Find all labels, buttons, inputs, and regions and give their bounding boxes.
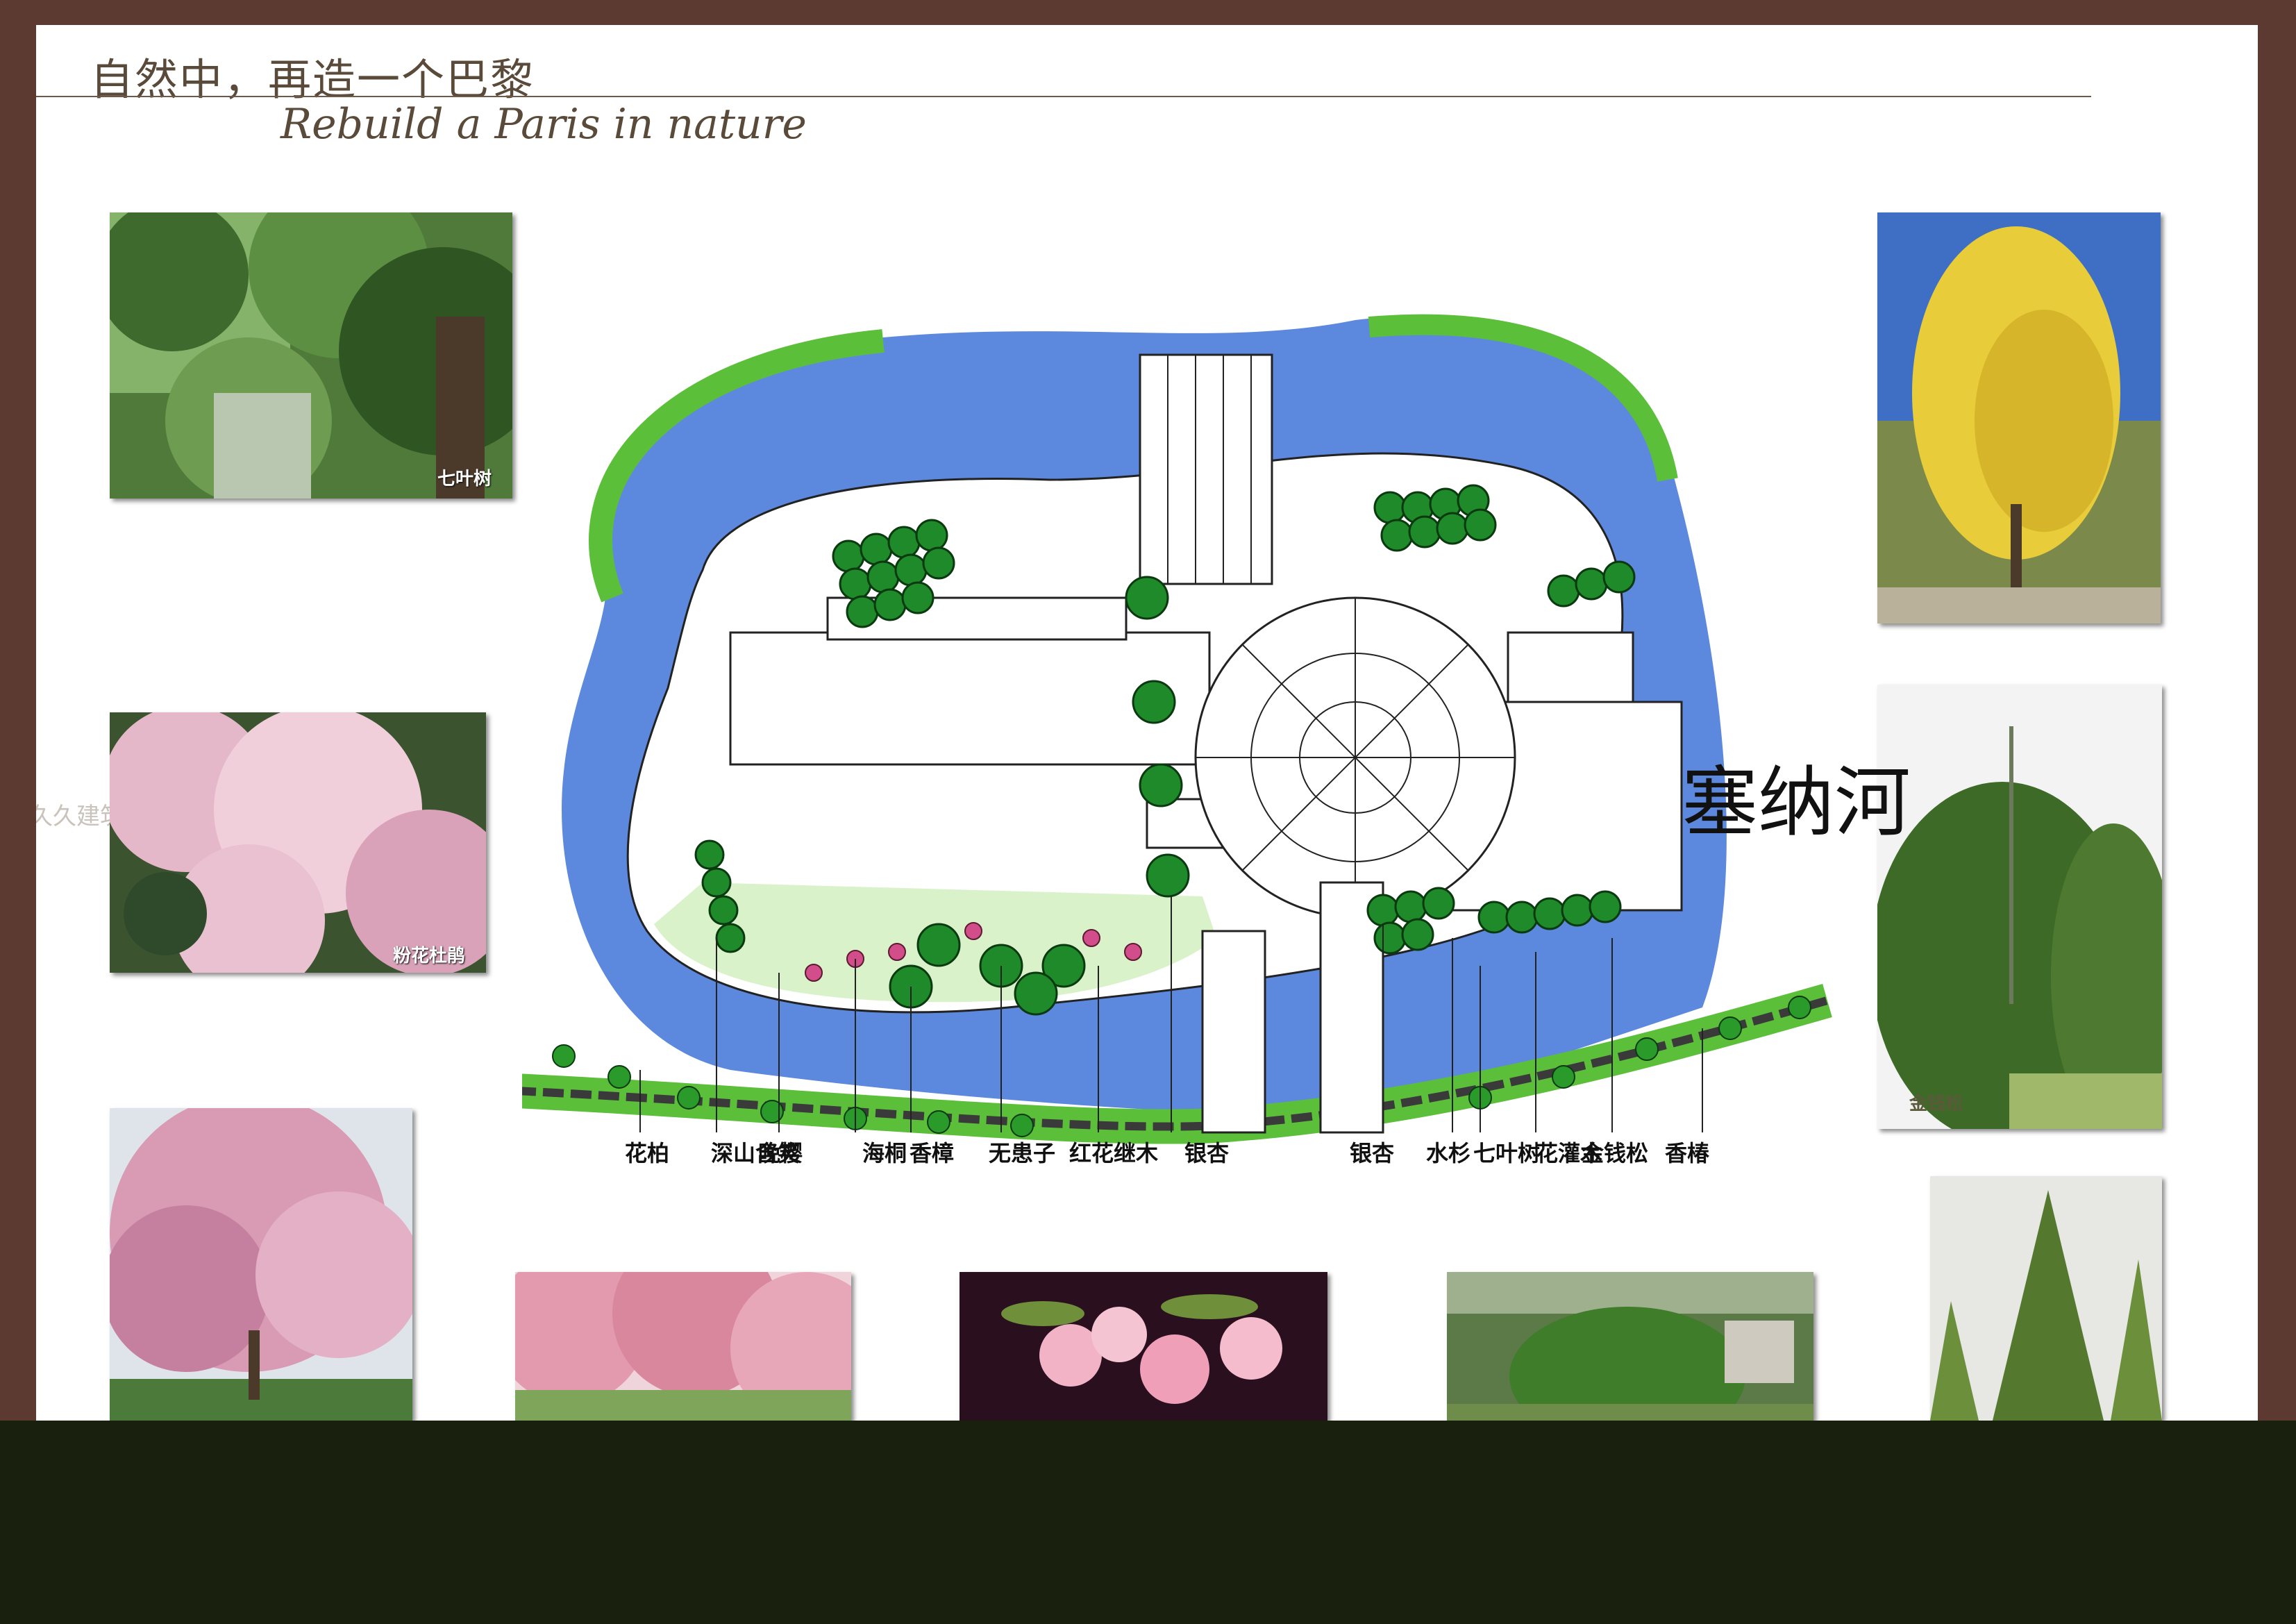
page-title: 自然中，再造一个巴黎	[90, 54, 535, 105]
photo-metasequoia	[1930, 1176, 2162, 1421]
ginkgo-image	[1877, 212, 2161, 623]
north-bridge	[1139, 353, 1273, 585]
photo-cherry-tree	[110, 1108, 412, 1421]
blossom-grove-image	[515, 1272, 851, 1421]
legend-label: 无患子	[989, 1140, 1056, 1166]
legend-label: 海桐	[862, 1140, 907, 1166]
page-subtitle: Rebuild a Paris in nature	[280, 100, 807, 149]
photo-jinqiansong: 金钱松	[1877, 685, 2162, 1129]
foliage-image	[110, 212, 512, 499]
crabapple-image	[960, 1272, 1327, 1421]
legend-label: 银杏	[1350, 1140, 1395, 1166]
azalea-image	[110, 712, 486, 973]
legend-label: 银杏	[1184, 1140, 1230, 1166]
legend-label: 香椿	[1665, 1140, 1710, 1166]
photo-qiyeshu: 七叶树	[110, 212, 512, 499]
legend-label: 花柏	[625, 1140, 670, 1166]
presentation-sheet: 自然中，再造一个巴黎 Rebuild a Paris in nature 久久建…	[36, 25, 2258, 1421]
photo-caption-fenhuadujuan: 粉花杜鹃	[392, 946, 465, 966]
photo-garden-shrub	[1447, 1272, 1813, 1421]
shrub-image	[1447, 1272, 1813, 1421]
photo-caption-jinqiansong: 金钱松	[1909, 1094, 1964, 1114]
footer-band	[0, 1421, 2296, 1624]
legend-label: 水杉	[1426, 1140, 1471, 1166]
legend-label: 香樟	[910, 1140, 955, 1166]
photo-fenhuadujuan: 粉花杜鹃	[110, 712, 486, 973]
south-bridge-west	[1201, 930, 1266, 1134]
title-divider	[36, 96, 2091, 97]
metasequoia-image	[1930, 1176, 2162, 1421]
building-east-wing	[1507, 631, 1634, 703]
photo-ginkgo	[1877, 212, 2161, 623]
river-label: 塞纳河	[1682, 758, 1911, 847]
golden-larch-image	[1877, 685, 2162, 1129]
legend-label: 红花继木	[1069, 1140, 1159, 1166]
photo-pink-blossom-grove	[515, 1272, 851, 1421]
site-plan-drawing	[522, 314, 1832, 1144]
legend-label: 金钱松	[1582, 1140, 1649, 1166]
photo-crabapple-flowers	[960, 1272, 1327, 1421]
legend-label: 晚樱	[758, 1140, 803, 1166]
legend-label: 七叶树	[1473, 1140, 1541, 1166]
photo-caption-qiyeshu: 七叶树	[437, 469, 492, 489]
cherry-tree-image	[110, 1108, 412, 1421]
plaza-radial-lines	[1196, 598, 1515, 917]
